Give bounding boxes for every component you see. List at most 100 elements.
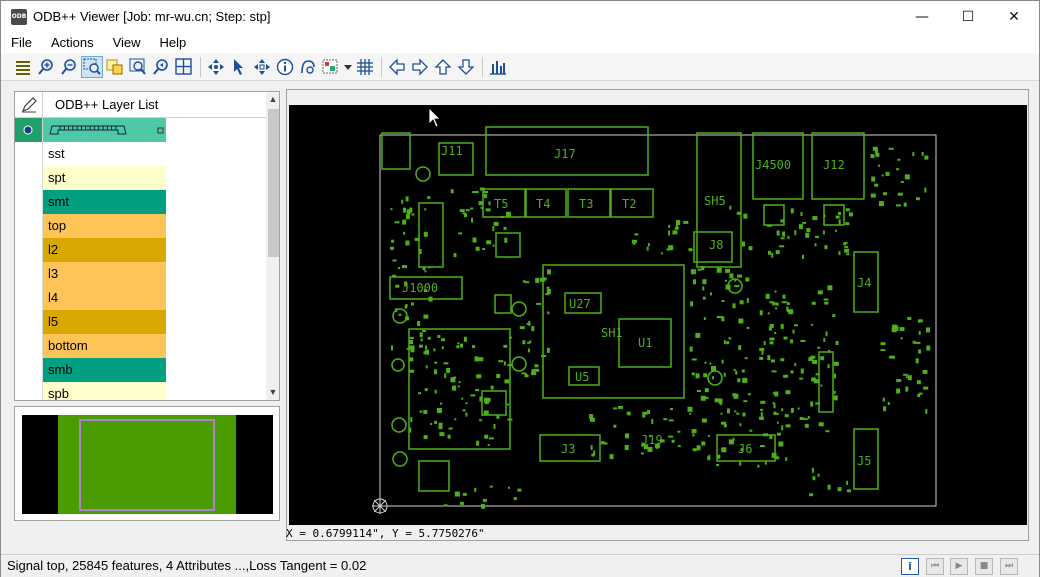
minimize-button[interactable]: — [899,1,945,32]
layer-name: smt [43,190,166,214]
multi-move-icon[interactable] [251,56,273,78]
pan-up-icon[interactable] [432,56,454,78]
layer-visibility-toggle[interactable] [15,310,43,334]
layer-row[interactable] [15,118,266,142]
layer-row-spacer [166,238,266,262]
board-label: SH5 [704,194,726,208]
board-label: SH1 [601,326,623,340]
menu-help[interactable]: Help [150,32,196,53]
layer-row[interactable]: spb [15,382,266,400]
layer-visibility-toggle[interactable] [15,214,43,238]
board-label: T3 [579,197,593,211]
layer-row[interactable]: l5 [15,310,266,334]
layer-row-spacer [166,334,266,358]
pcb-board-canvas[interactable]: J11 J17 T5 T4 T3 T2 SH5 J4500 J12 J8 J10… [289,105,1027,525]
zoom-previous-icon[interactable] [150,56,172,78]
layer-visibility-toggle[interactable] [15,286,43,310]
layer-name: l2 [43,238,166,262]
menu-actions[interactable]: Actions [41,32,103,53]
maximize-button[interactable]: ☐ [945,1,991,32]
stop-button[interactable]: ■ [975,558,993,575]
zoom-fit-icon[interactable] [127,56,149,78]
board-label: J1000 [402,281,438,295]
pan-down-icon[interactable] [455,56,477,78]
scroll-down-arrow-icon[interactable]: ▼ [266,385,279,400]
layer-name: spt [43,166,166,190]
pan-right-icon[interactable] [409,56,431,78]
board-label: J4 [857,276,871,290]
layers-icon[interactable] [12,56,34,78]
close-button[interactable]: ✕ [991,1,1037,32]
layer-row-spacer [166,214,266,238]
status-text: Signal top, 25845 features, 4 Attributes… [7,558,367,573]
layer-list-title: ODB++ Layer List [55,97,159,112]
scroll-thumb[interactable] [268,109,279,257]
layer-row[interactable]: smb [15,358,266,382]
board-label: U27 [569,297,591,311]
info-button[interactable]: i [901,558,919,575]
last-page-button[interactable]: ⏭ [1000,558,1018,575]
scroll-up-arrow-icon[interactable]: ▲ [266,92,279,107]
layer-visibility-toggle[interactable] [15,142,43,166]
toolbar [1,53,1039,81]
board-label: U1 [638,336,652,350]
layer-row[interactable]: l3 [15,262,266,286]
layer-visibility-toggle[interactable] [15,334,43,358]
play-button[interactable]: ▶ [950,558,968,575]
layer-name: l5 [43,310,166,334]
board-label: J3 [561,442,575,456]
layer-visibility-toggle[interactable] [15,358,43,382]
select-pointer-icon[interactable] [228,56,250,78]
menu-view[interactable]: View [103,32,150,53]
board-label: J17 [554,147,576,161]
layer-preview-icon [48,125,166,143]
layer-row[interactable]: smt [15,190,266,214]
overview-canvas[interactable] [22,415,273,514]
layer-name [43,118,166,142]
zoom-selected-icon[interactable] [104,56,126,78]
histogram-icon[interactable] [487,56,509,78]
menu-file[interactable]: File [1,32,41,53]
layer-row[interactable]: top [15,214,266,238]
dropdown-arrow-icon[interactable] [343,56,353,78]
pan-left-icon[interactable] [386,56,408,78]
zoom-in-icon[interactable] [35,56,57,78]
move-icon[interactable] [205,56,227,78]
layer-row-spacer [166,382,266,400]
layer-list-scrollbar[interactable]: ▲ ▼ [266,92,279,400]
first-page-button[interactable]: ⏮ [926,558,944,575]
layer-list-panel: ODB++ Layer List sst spt smt top l2 l3 l4 l5 bot… [14,91,280,401]
coordinate-readout: X = 0.6799114", Y = 5.7750276" [286,527,485,540]
layer-visibility-toggle[interactable] [15,166,43,190]
layer-visibility-toggle[interactable] [15,238,43,262]
layer-row-spacer [166,286,266,310]
board-label: J11 [441,144,463,158]
layer-row-spacer [166,190,266,214]
layer-row[interactable]: bottom [15,334,266,358]
measure-icon[interactable] [297,56,319,78]
board-label: T4 [536,197,550,211]
layer-row[interactable]: l4 [15,286,266,310]
menu-bar: File Actions View Help [1,32,1039,53]
zoom-window-icon[interactable] [81,55,103,78]
layer-visibility-toggle[interactable] [15,382,43,400]
panel-layout-icon[interactable] [173,56,195,78]
layer-visibility-toggle[interactable] [15,190,43,214]
app-icon: ODB [11,8,27,25]
layer-list-header: ODB++ Layer List [15,92,266,118]
zoom-out-icon[interactable] [58,56,80,78]
layer-row[interactable]: l2 [15,238,266,262]
layer-row[interactable]: sst [15,142,266,166]
edit-pencil-icon[interactable] [15,92,43,118]
board-label: T2 [622,197,636,211]
board-label: J19 [641,433,663,447]
info-icon[interactable] [274,56,296,78]
layer-name: spb [43,382,166,400]
layer-visibility-toggle[interactable] [15,262,43,286]
board-overview-panel [14,406,280,521]
grid-icon[interactable] [354,56,376,78]
highlight-icon[interactable] [320,56,342,78]
toolbar-separator [381,56,382,77]
layer-visibility-toggle[interactable] [15,118,43,142]
layer-row[interactable]: spt [15,166,266,190]
